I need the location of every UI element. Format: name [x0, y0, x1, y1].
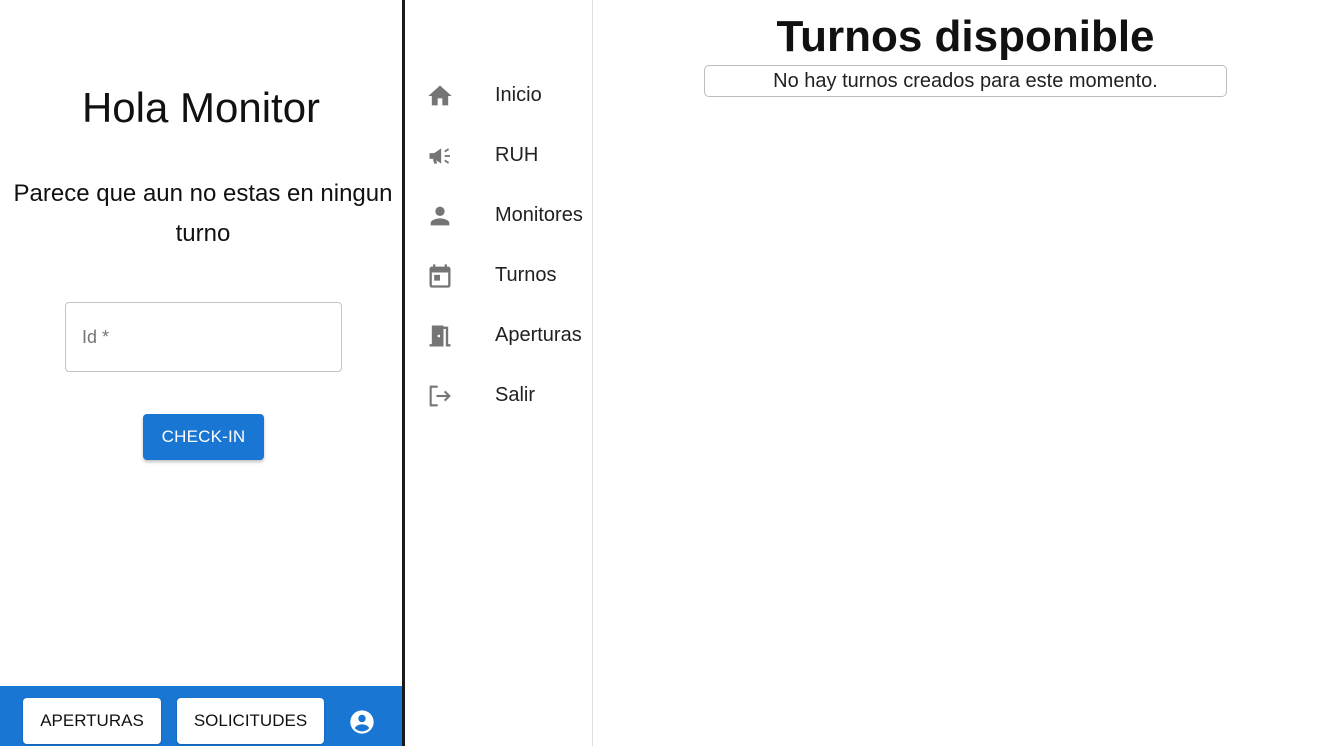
nav-label: Aperturas [495, 324, 582, 346]
door-icon [429, 325, 451, 347]
status-message: Parece que aun no estas en ningun turno [13, 180, 393, 247]
empty-shifts-notice: No hay turnos creados para este momento. [704, 65, 1227, 97]
nav-item-monitores[interactable]: Monitores [405, 185, 592, 245]
nav-item-salir[interactable]: Salir [405, 365, 592, 425]
nav-label: Monitores [495, 204, 583, 226]
nav-item-aperturas[interactable]: Aperturas [405, 305, 592, 365]
nav-item-turnos[interactable]: Turnos [405, 245, 592, 305]
bottom-bar: APERTURAS SOLICITUDES [0, 686, 402, 746]
greeting-title: Hola Monitor [81, 84, 321, 131]
checkin-button[interactable]: CHECK-IN [143, 414, 264, 460]
id-field[interactable] [65, 302, 342, 372]
account-circle-icon[interactable] [348, 708, 376, 736]
nav-label: RUH [495, 144, 539, 166]
solicitudes-button[interactable]: SOLICITUDES [177, 698, 324, 744]
monitor-panel: Hola Monitor Parece que aun no estas en … [0, 0, 402, 746]
aperturas-button[interactable]: APERTURAS [23, 698, 161, 744]
page-title: Turnos disponible [776, 12, 1155, 61]
nav-label: Inicio [495, 84, 542, 106]
nav-label: Salir [495, 384, 536, 406]
nav-label: Turnos [495, 264, 557, 286]
nav-item-ruh[interactable]: RUH [405, 125, 592, 185]
app-root: Hola Monitor Parece que aun no estas en … [0, 0, 1322, 746]
nav-drawer: Inicio RUH Monitores Turnos Aperturas Sa… [405, 0, 592, 746]
campaign-icon [429, 148, 450, 164]
nav-item-inicio[interactable]: Inicio [405, 65, 592, 125]
calendar-icon [429, 264, 451, 288]
id-input[interactable] [66, 303, 341, 371]
home-icon [428, 85, 452, 106]
person-icon [430, 206, 450, 226]
logout-icon [429, 385, 451, 407]
nav-divider [592, 0, 593, 746]
